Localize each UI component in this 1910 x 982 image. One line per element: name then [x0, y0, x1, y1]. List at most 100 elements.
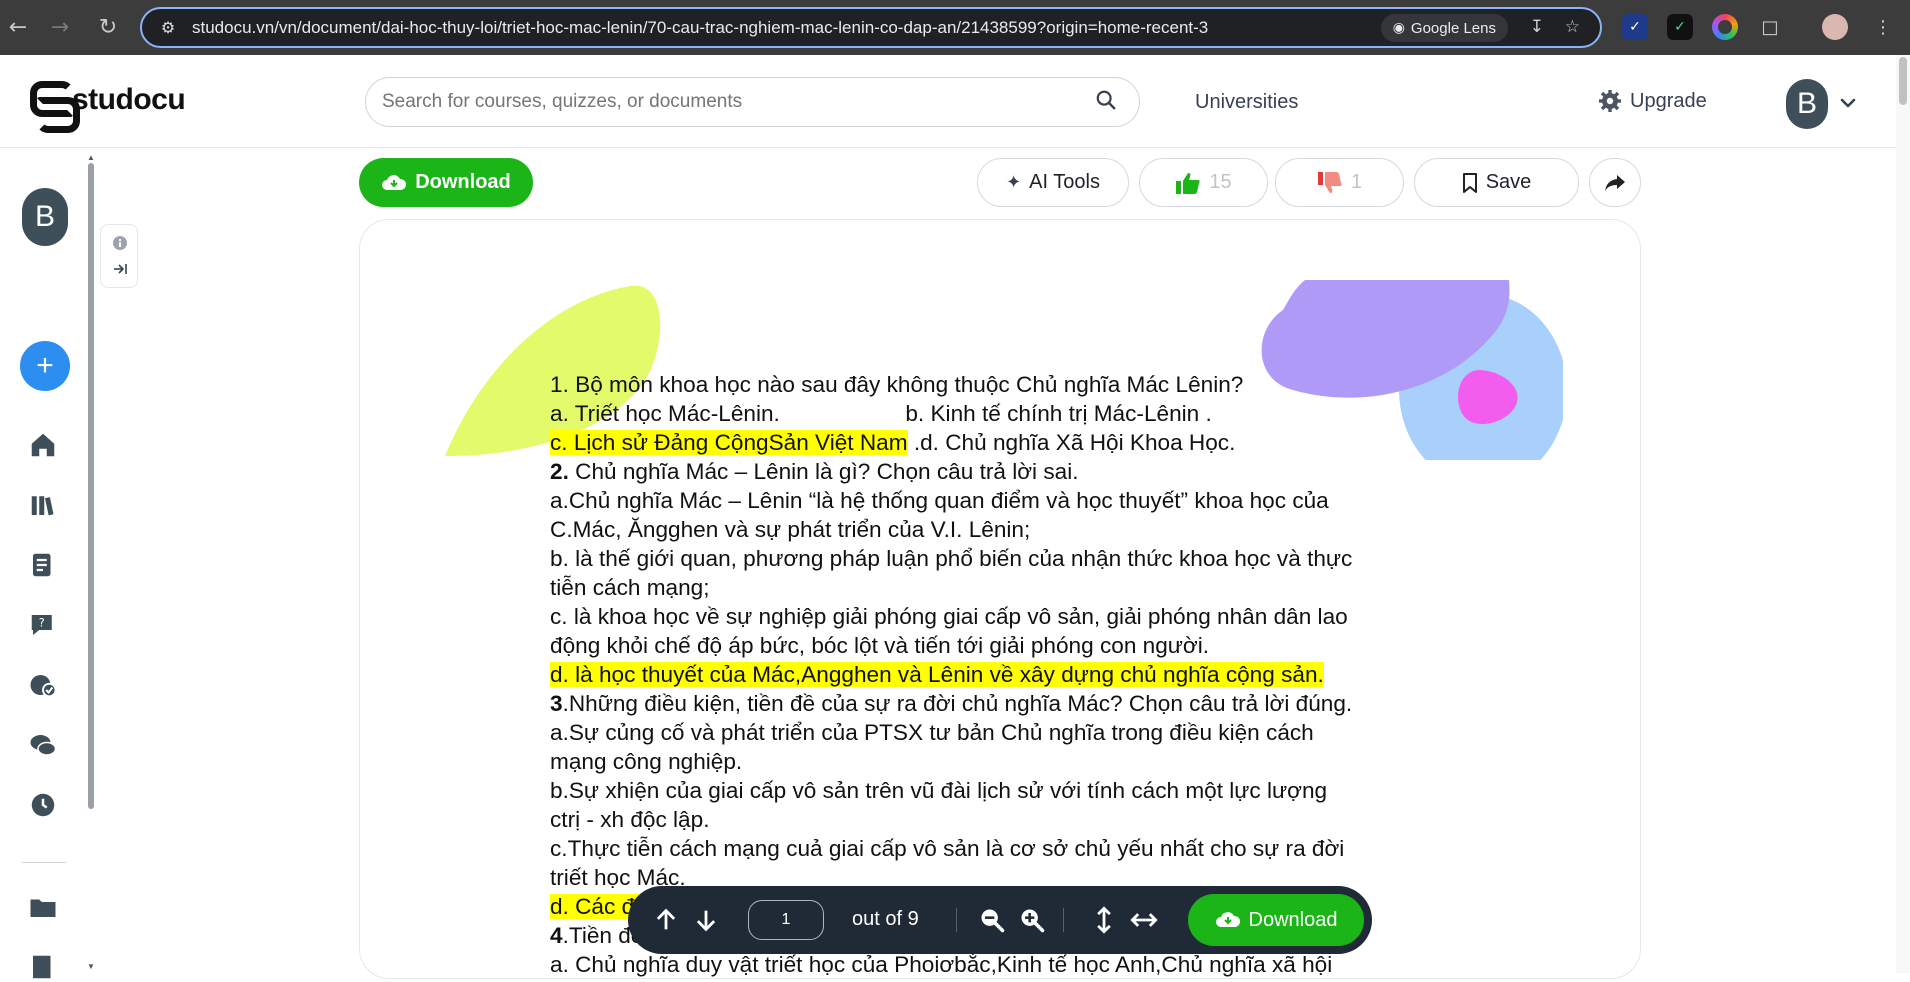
address-bar[interactable]: ⚙ studocu.vn/vn/document/dai-hoc-thuy-lo… [140, 7, 1602, 48]
document-line: c.Thực tiễn cách mạng cuả giai cấp vô sả… [550, 834, 1450, 863]
ai-tools-button[interactable]: ✦ AI Tools [977, 158, 1129, 207]
document-text-span: .Những điều kiện, tiền đề của sự ra đời … [562, 691, 1353, 716]
zoom-in-icon[interactable] [1018, 906, 1046, 934]
bookmark-star-icon[interactable]: ☆ [1565, 17, 1580, 37]
viewer-download-button[interactable]: Download [1188, 894, 1364, 946]
scroll-down-arrow-icon[interactable]: ▼ [87, 962, 95, 971]
expand-panel-icon[interactable] [112, 261, 128, 277]
back-arrow-icon[interactable]: ← [0, 9, 36, 45]
search-icon[interactable] [1095, 89, 1117, 111]
quiz-icon[interactable] [28, 670, 58, 700]
document-text-span: a.Chủ nghĩa Mác – Lênin “là hệ thống qua… [550, 488, 1329, 513]
document-text-span: 1. Bộ môn khoa học nào sau đây không thu… [550, 372, 1244, 397]
document-text-span: tiễn cách mạng; [550, 575, 710, 600]
dislike-button[interactable]: 1 [1275, 158, 1404, 207]
extension-check-icon[interactable]: ✓ [1622, 14, 1648, 40]
sidebar-avatar[interactable]: B [22, 188, 68, 246]
document-text-span: a. Triết học Mác-Lênin. b. Kinh tế chính… [550, 401, 1212, 426]
home-icon[interactable] [28, 430, 58, 460]
site-info-icon[interactable]: ⚙ [150, 18, 186, 37]
messages-icon[interactable] [28, 730, 58, 760]
info-icon[interactable] [112, 235, 128, 251]
document-line: C.Mác, Ăngghen và sự phát triển của V.I.… [550, 515, 1450, 544]
user-avatar[interactable]: B [1786, 79, 1828, 129]
forward-arrow-icon[interactable]: → [42, 9, 78, 45]
document-text-span: b.Sự xhiện của giai cấp vô sản trên vũ đ… [550, 778, 1328, 803]
ai-chat-icon[interactable]: ? [28, 610, 58, 640]
fit-width-icon[interactable] [1130, 906, 1158, 934]
extension-dark-icon[interactable]: ✓ [1667, 14, 1693, 40]
bookmark-icon [1462, 172, 1477, 193]
document-line: a. Chủ nghĩa duy vật triết học của Phoiơ… [550, 950, 1450, 978]
add-button[interactable]: + [20, 341, 70, 391]
browser-menu-icon[interactable]: ⋮ [1870, 14, 1896, 40]
browser-toolbar: ← → ↻ ⚙ studocu.vn/vn/document/dai-hoc-t… [0, 0, 1910, 55]
document-line: a.Chủ nghĩa Mác – Lênin “là hệ thống qua… [550, 486, 1450, 515]
install-app-icon[interactable]: ↧ [1530, 17, 1544, 37]
document-line: mạng công nghiệp. [550, 747, 1450, 776]
sidebar-divider [22, 862, 66, 863]
folder-icon[interactable] [28, 892, 58, 922]
document-text-span: C.Mác, Ăngghen và sự phát triển của V.I.… [550, 517, 1031, 542]
highlighted-answer: d. là học thuyết của Mác,Angghen và Lêni… [550, 662, 1324, 687]
document-text-span: c. là khoa học về sự nghiệp giải phóng g… [550, 604, 1348, 629]
extensions-puzzle-icon[interactable]: □ [1757, 14, 1783, 40]
zoom-out-icon[interactable] [978, 906, 1006, 934]
cloud-download-icon [382, 174, 407, 190]
lens-icon: ◉ [1392, 20, 1405, 36]
thumbs-up-icon [1176, 172, 1201, 194]
scroll-up-arrow-icon[interactable]: ▲ [87, 153, 95, 162]
recent-clock-icon[interactable] [28, 790, 58, 820]
extension-color-ring-icon[interactable] [1712, 14, 1738, 40]
next-page-arrow-icon[interactable] [692, 906, 720, 934]
fit-height-icon[interactable] [1090, 906, 1118, 934]
logo-text: studocu [72, 83, 186, 116]
save-label: Save [1485, 171, 1532, 193]
reload-icon[interactable]: ↻ [90, 9, 126, 45]
document-line: d. là học thuyết của Mác,Angghen và Lêni… [550, 660, 1450, 689]
previous-page-arrow-icon[interactable] [652, 906, 680, 934]
url-text[interactable]: studocu.vn/vn/document/dai-hoc-thuy-loi/… [192, 18, 1208, 38]
document-text-span: 4 [550, 923, 563, 948]
thumbs-down-icon [1317, 171, 1342, 193]
page-number-input[interactable] [748, 900, 824, 940]
document-line: c. là khoa học về sự nghiệp giải phóng g… [550, 602, 1450, 631]
library-icon[interactable] [28, 490, 58, 520]
google-lens-button[interactable]: ◉ Google Lens [1380, 14, 1508, 42]
document-line: động khỏi chế độ áp bức, bóc lột và tiến… [550, 631, 1450, 660]
viewer-separator [956, 908, 957, 932]
page-scrollbar[interactable] [1896, 55, 1910, 973]
download-button[interactable]: Download [359, 158, 533, 207]
document-line: 2. Chủ nghĩa Mác – Lênin là gì? Chọn câu… [550, 457, 1450, 486]
page-scroll-thumb[interactable] [1899, 57, 1907, 105]
notes-icon[interactable] [28, 550, 58, 580]
search-input[interactable] [382, 91, 1072, 113]
site-header: studocu Universities Upgrade B [0, 55, 1910, 148]
gear-icon [1599, 90, 1621, 112]
chevron-down-icon[interactable] [1838, 93, 1858, 113]
document-text-span: a. Chủ nghĩa duy vật triết học của Phoiơ… [550, 952, 1333, 977]
document-page: 1. Bộ môn khoa học nào sau đây không thu… [359, 219, 1641, 979]
universities-link[interactable]: Universities [1195, 91, 1298, 114]
studocu-logo[interactable]: studocu [30, 81, 186, 133]
sidebar-scrollbar[interactable]: ▲ ▼ [87, 153, 95, 973]
viewer-download-label: Download [1248, 908, 1338, 931]
viewer-controls: out of 9 Download [628, 886, 1372, 954]
sidebar-scroll-thumb[interactable] [88, 163, 94, 809]
document-text-span: động khỏi chế độ áp bức, bóc lột và tiến… [550, 633, 1210, 658]
download-label: Download [415, 171, 511, 193]
document-line: a.Sự củng cố và phát triển của PTSX tư b… [550, 718, 1450, 747]
like-button[interactable]: 15 [1139, 158, 1268, 207]
share-button[interactable] [1589, 158, 1641, 207]
upgrade-button[interactable]: Upgrade [1598, 89, 1707, 113]
document-line: 3.Những điều kiện, tiền đề của sự ra đời… [550, 689, 1450, 718]
dislike-count: 1 [1350, 171, 1363, 193]
save-button[interactable]: Save [1414, 158, 1579, 207]
profile-avatar-icon[interactable] [1822, 14, 1848, 40]
sparkle-icon: ✦ [1006, 172, 1022, 193]
ai-tools-label: AI Tools [1029, 171, 1100, 193]
share-arrow-icon [1605, 174, 1625, 191]
search-bar[interactable] [365, 77, 1140, 127]
book-icon[interactable] [28, 952, 58, 982]
panel-toggle[interactable] [100, 224, 138, 288]
